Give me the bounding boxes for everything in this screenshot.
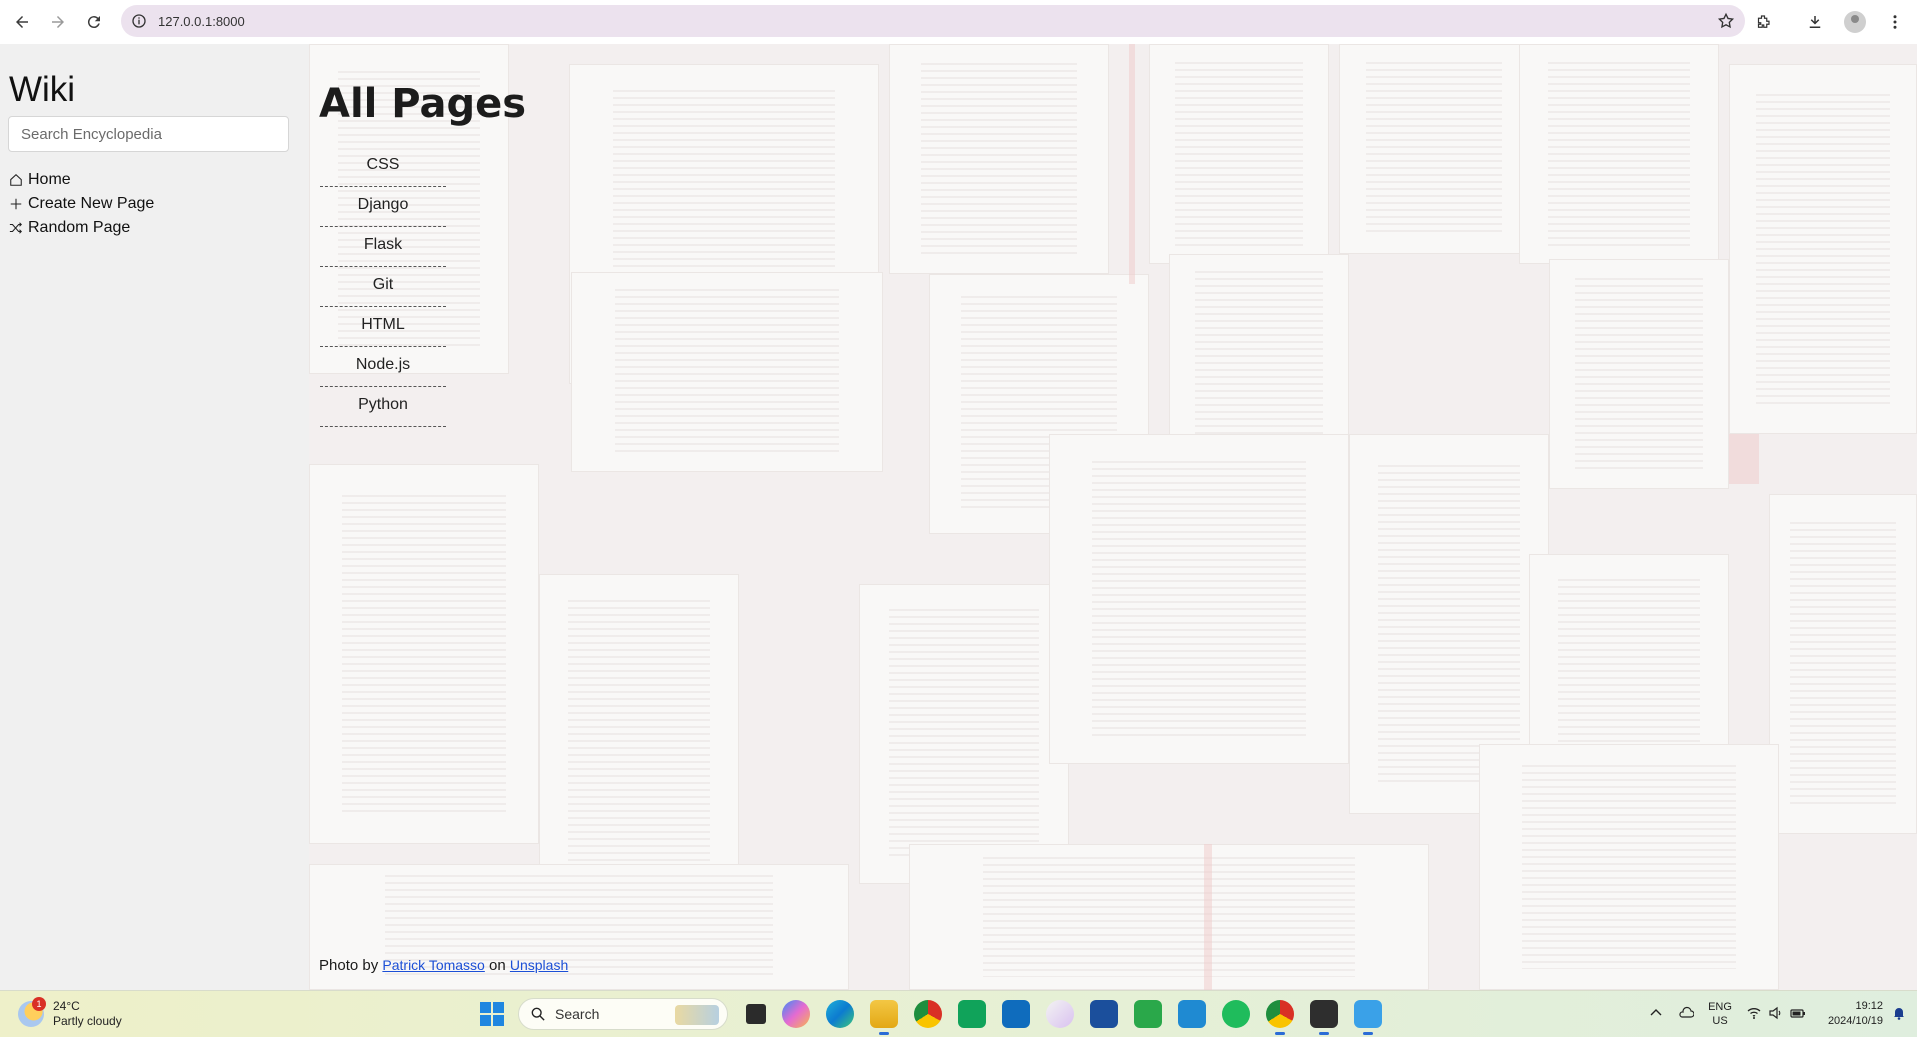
task-view-icon[interactable] xyxy=(746,1004,766,1024)
vscode-icon[interactable] xyxy=(1178,1000,1206,1028)
credit-site-link[interactable]: Unsplash xyxy=(510,957,568,973)
site-info-icon[interactable] xyxy=(130,12,148,30)
taskbar: 1 24°C Partly cloudy Search ENG US 19:12… xyxy=(0,990,1917,1037)
list-item[interactable]: Flask xyxy=(320,227,446,267)
search-input[interactable] xyxy=(8,116,289,152)
system-tray: ENG US 19:12 2024/10/19 xyxy=(1634,995,1907,1033)
terminal-icon[interactable] xyxy=(1310,1000,1338,1035)
sidebar-item-home[interactable]: Home xyxy=(8,168,301,192)
sidebar-item-label: Random Page xyxy=(28,219,131,236)
store-icon[interactable] xyxy=(1090,1000,1118,1028)
sidebar: Wiki Home Create New Page Random Page xyxy=(0,44,309,990)
back-icon[interactable] xyxy=(4,4,40,40)
lang-top: ENG xyxy=(1708,1001,1732,1013)
search-highlight-image xyxy=(675,1005,719,1025)
background-photo xyxy=(309,44,1917,990)
chrome-beta-icon[interactable] xyxy=(914,1000,942,1028)
sidebar-item-label: Home xyxy=(28,171,71,188)
robinhood-icon[interactable] xyxy=(1222,1000,1250,1028)
shuffle-icon xyxy=(8,220,24,236)
windows-start-icon[interactable] xyxy=(480,1002,504,1026)
sidebar-item-create-new-page[interactable]: Create New Page xyxy=(8,192,301,216)
address-bar[interactable]: 127.0.0.1:8000 xyxy=(121,5,1745,37)
list-item[interactable]: Django xyxy=(320,187,446,227)
taskbar-search-label: Search xyxy=(555,1006,600,1022)
taskbar-apps: Search xyxy=(480,995,1382,1035)
outlook-icon[interactable] xyxy=(1002,1000,1030,1028)
weather-desc: Partly cloudy xyxy=(53,1014,122,1028)
weather-icon: 1 xyxy=(18,997,46,1027)
notification-badge: 1 xyxy=(32,997,46,1011)
clock-time: 19:12 xyxy=(1855,1000,1883,1012)
page-list: CSS Django Flask Git HTML Node.js Python xyxy=(320,147,446,427)
weather-temp: 24°C xyxy=(53,999,80,1013)
extensions-icon[interactable] xyxy=(1745,4,1781,40)
notification-bell-icon[interactable] xyxy=(1891,1005,1907,1024)
chrome-icon[interactable] xyxy=(1266,1000,1294,1035)
taskbar-search[interactable]: Search xyxy=(518,998,728,1030)
edge-icon[interactable] xyxy=(826,1000,854,1028)
credit-prefix: Photo by xyxy=(319,957,379,974)
input-language[interactable]: ENG US xyxy=(1708,1000,1732,1028)
list-item[interactable]: Git xyxy=(320,267,446,307)
profile-avatar[interactable] xyxy=(1837,4,1873,40)
clock[interactable]: 19:12 2024/10/19 xyxy=(1828,999,1883,1029)
chat-app-icon[interactable] xyxy=(1134,1000,1162,1028)
itunes-icon[interactable] xyxy=(1046,1000,1074,1028)
sidebar-nav: Home Create New Page Random Page xyxy=(8,168,301,240)
browser-toolbar: 127.0.0.1:8000 xyxy=(0,0,1917,44)
menu-icon[interactable] xyxy=(1877,4,1913,40)
sidebar-item-random-page[interactable]: Random Page xyxy=(8,216,301,240)
credit-middle: on xyxy=(489,957,506,974)
wifi-icon[interactable] xyxy=(1746,1005,1762,1024)
url-text[interactable]: 127.0.0.1:8000 xyxy=(158,14,245,29)
forward-icon[interactable] xyxy=(40,4,76,40)
downloads-icon[interactable] xyxy=(1797,4,1833,40)
credit-author-link[interactable]: Patrick Tomasso xyxy=(382,957,484,973)
copilot-icon[interactable] xyxy=(782,1000,810,1028)
sidebar-item-label: Create New Page xyxy=(28,195,155,212)
battery-icon[interactable] xyxy=(1790,1005,1806,1024)
onedrive-icon[interactable] xyxy=(1678,1005,1695,1024)
list-item[interactable]: CSS xyxy=(320,147,446,187)
bookmark-star-icon[interactable] xyxy=(1717,12,1735,30)
clock-date: 2024/10/19 xyxy=(1827,1015,1883,1027)
file-explorer-icon[interactable] xyxy=(870,1000,898,1035)
search-icon xyxy=(531,1007,545,1021)
weather-widget[interactable]: 1 24°C Partly cloudy xyxy=(18,997,122,1029)
list-item[interactable]: Node.js xyxy=(320,347,446,387)
messages-icon[interactable] xyxy=(958,1000,986,1028)
page-heading: All Pages xyxy=(319,81,527,127)
lang-bottom: US xyxy=(1712,1015,1728,1027)
main-content: All Pages CSS Django Flask Git HTML Node… xyxy=(309,44,1917,990)
list-item[interactable]: HTML xyxy=(320,307,446,347)
volume-icon[interactable] xyxy=(1768,1005,1784,1024)
site-title: Wiki xyxy=(9,70,76,109)
home-icon xyxy=(8,172,24,188)
chevron-up-icon[interactable] xyxy=(1648,1005,1664,1024)
reload-icon[interactable] xyxy=(76,4,112,40)
photo-credit: Photo by Patrick Tomasso on Unsplash xyxy=(319,957,568,974)
notepad-icon[interactable] xyxy=(1354,1000,1382,1035)
plus-icon xyxy=(8,196,24,212)
list-item[interactable]: Python xyxy=(320,387,446,427)
